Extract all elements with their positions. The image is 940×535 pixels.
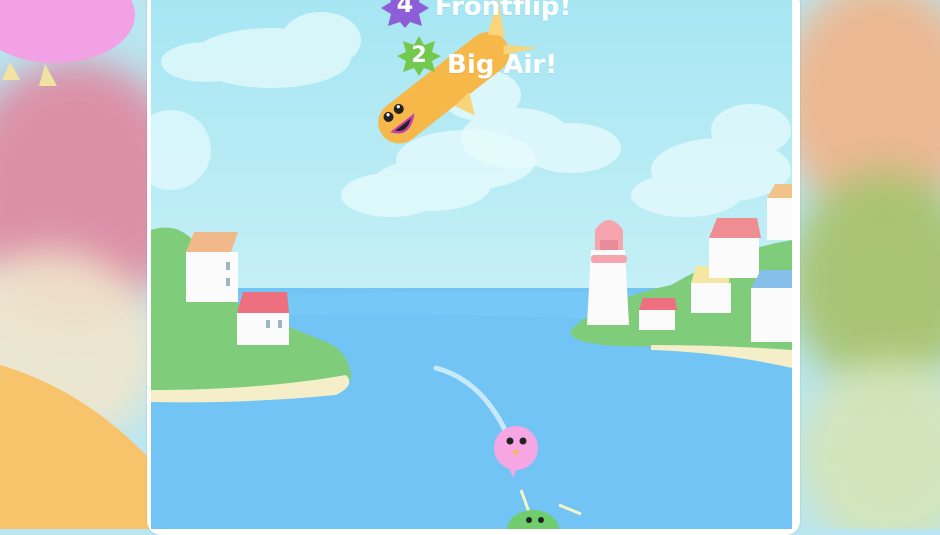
house-icon bbox=[186, 232, 238, 302]
cloud-icon bbox=[161, 12, 361, 88]
trick-1-count: 4 bbox=[396, 0, 414, 18]
house-icon bbox=[709, 218, 761, 278]
pink-creature-icon bbox=[0, 0, 135, 86]
blur-blob-green bbox=[790, 170, 940, 390]
house-icon bbox=[639, 298, 677, 330]
house-icon bbox=[767, 184, 792, 240]
trick-2-label: Big Air! bbox=[447, 50, 558, 80]
house-icon bbox=[751, 270, 792, 342]
trick-2-count: 2 bbox=[411, 42, 427, 68]
cloud-icon bbox=[151, 110, 211, 190]
lighthouse-icon bbox=[587, 220, 629, 325]
game-screen[interactable]: 4 Frontflip! 2 Big Air! bbox=[151, 0, 792, 529]
trick-1-label: Frontflip! bbox=[435, 0, 572, 22]
house-icon bbox=[237, 292, 289, 345]
blur-blob-light bbox=[800, 360, 940, 529]
